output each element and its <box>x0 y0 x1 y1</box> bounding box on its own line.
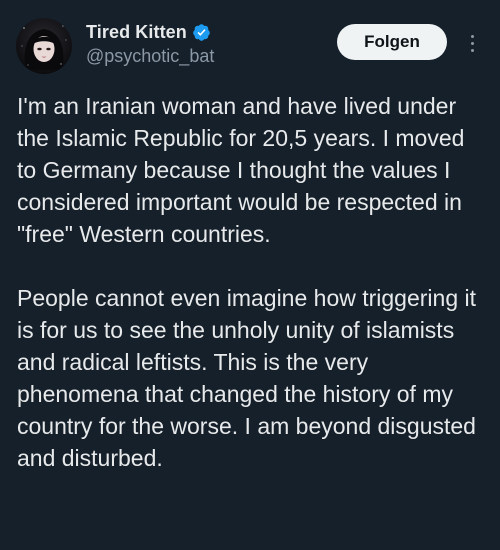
more-vertical-icon[interactable] <box>462 28 482 58</box>
more-dot <box>470 34 474 38</box>
tweet-header: Tired Kitten @psychotic_bat Folgen <box>0 0 500 90</box>
tweet-paragraph-1: I'm an Iranian woman and have lived unde… <box>17 93 465 247</box>
verified-badge-icon[interactable] <box>192 23 211 42</box>
tweet-paragraph-2: People cannot even imagine how triggerin… <box>17 285 477 471</box>
more-dot <box>470 48 474 52</box>
avatar-image <box>16 18 72 74</box>
more-dot <box>470 41 474 45</box>
avatar[interactable] <box>16 18 72 74</box>
display-name[interactable]: Tired Kitten <box>86 22 187 43</box>
display-name-row: Tired Kitten <box>86 20 214 44</box>
author-handle[interactable]: @psychotic_bat <box>86 46 214 67</box>
author-info: Tired Kitten @psychotic_bat <box>86 20 214 67</box>
follow-button[interactable]: Folgen <box>337 24 447 60</box>
tweet-text: I'm an Iranian woman and have lived unde… <box>17 90 487 474</box>
